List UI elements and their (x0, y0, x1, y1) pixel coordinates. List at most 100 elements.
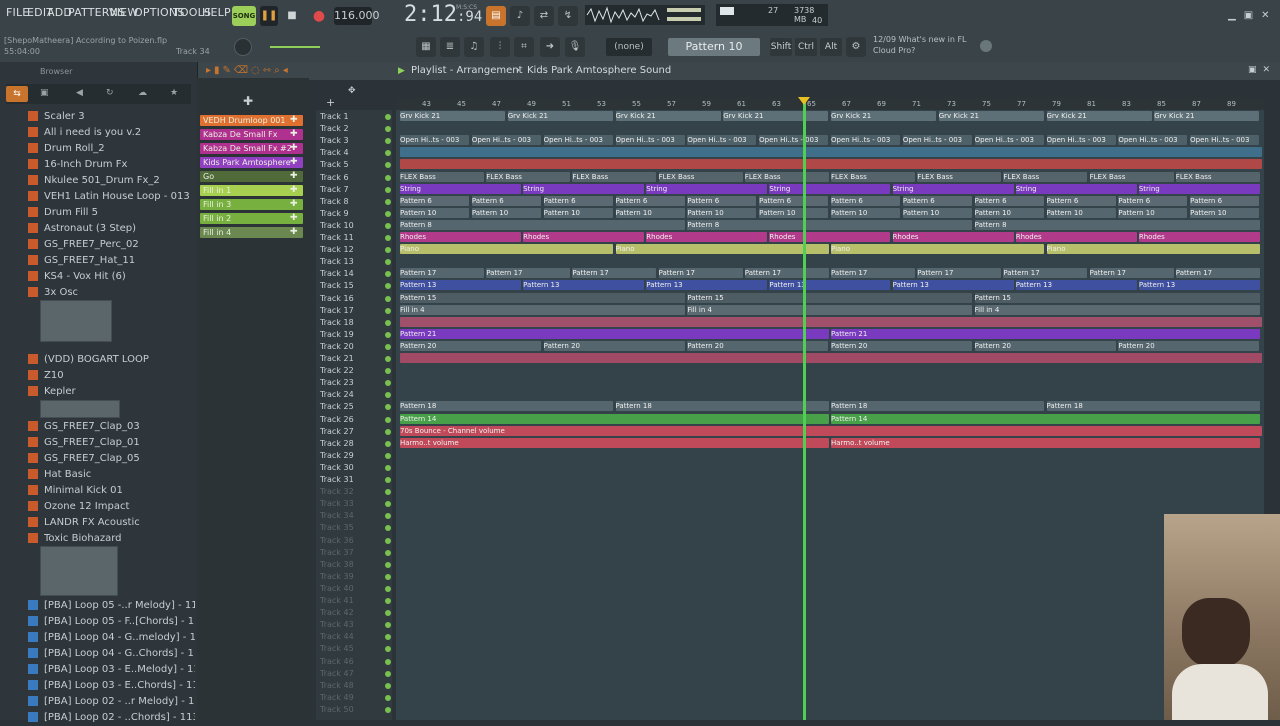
track-name[interactable]: Track 27 (320, 426, 380, 438)
playlist-clip[interactable]: String (769, 183, 891, 194)
track-mute-led[interactable] (385, 331, 391, 338)
track-name[interactable]: Track 15 (320, 280, 380, 292)
metronome-icon[interactable]: ♪ (510, 6, 530, 26)
playlist-clip[interactable]: Pattern 10 (1046, 207, 1116, 218)
track-mute-led[interactable] (385, 319, 391, 326)
playlist-clip[interactable]: String (1138, 183, 1260, 194)
playlist-clip[interactable]: Pattern 21 (831, 328, 1260, 339)
browser-item[interactable]: Z10 (0, 368, 195, 384)
playlist-clip[interactable]: Rhodes (892, 232, 1014, 242)
playlist-clip[interactable]: Pattern 20 (543, 340, 685, 351)
playlist-clip[interactable]: Pattern 18 (400, 401, 613, 412)
playlist-clip[interactable]: Pattern 15 (687, 292, 973, 303)
playlist-clip[interactable]: Rhodes (523, 232, 645, 242)
track-name[interactable]: Track 30 (320, 462, 380, 474)
playlist-icon[interactable]: ▦ (416, 37, 436, 57)
playlist-clip[interactable]: Open Hi..ts - 003 (1046, 135, 1116, 146)
channel-pattern-button[interactable]: Fill in 2 (200, 213, 303, 224)
track-name[interactable]: Track 3 (320, 135, 380, 147)
track-name[interactable]: Track 42 (320, 607, 380, 619)
browser-item[interactable]: 16-Inch Drum Fx (0, 157, 195, 173)
playlist-clip[interactable]: Pattern 17 (486, 268, 571, 279)
playlist-clip[interactable] (400, 316, 1262, 327)
scroll-icon[interactable]: ✥ (348, 86, 356, 96)
track-name[interactable]: Track 32 (320, 486, 380, 498)
track-mute-led[interactable] (385, 356, 391, 362)
pattern-selector-none[interactable]: (none) (606, 38, 652, 56)
browser-star-icon[interactable]: ★ (170, 88, 178, 98)
plugin-icon[interactable]: ⌗ (514, 37, 534, 57)
playlist-clip[interactable]: String (523, 183, 645, 194)
window-controls[interactable]: ▁▣✕ (1228, 10, 1278, 21)
playlist-clip[interactable]: String (892, 183, 1014, 194)
track-name[interactable]: Track 2 (320, 123, 380, 135)
playlist-clip[interactable]: Pattern 20 (974, 340, 1116, 351)
channel-plus-icon[interactable]: ✚ (290, 185, 298, 195)
browser-item[interactable]: Minimal Kick 01 (0, 483, 195, 499)
playlist-clip[interactable]: Pattern 8 (687, 219, 973, 230)
track-name[interactable]: Track 36 (320, 535, 380, 547)
playlist-clip[interactable]: Pattern 14 (831, 413, 1260, 424)
track-name[interactable]: Track 26 (320, 414, 380, 426)
playlist-clip[interactable] (400, 159, 1262, 170)
playlist-clip[interactable]: Open Hi..ts - 003 (687, 135, 757, 146)
channel-rack-icon[interactable]: ≣ (440, 37, 460, 57)
master-volume-slider[interactable] (270, 46, 320, 48)
track-name[interactable]: Track 9 (320, 208, 380, 220)
track-name[interactable]: Track 11 (320, 232, 380, 244)
track-name[interactable]: Track 35 (320, 522, 380, 534)
channel-pattern-button[interactable]: Kabza De Small Fx #2 (200, 143, 303, 154)
playhead-marker-icon[interactable] (798, 97, 810, 105)
playlist-clip[interactable]: Piano (400, 244, 613, 255)
track-mute-led[interactable] (385, 585, 391, 592)
track-name[interactable]: Track 25 (320, 401, 380, 413)
playlist-clip[interactable]: Pattern 10 (543, 207, 613, 218)
track-name[interactable]: Track 4 (320, 147, 380, 159)
track-name[interactable]: Track 50 (320, 704, 380, 716)
playlist-clip[interactable]: FLEX Bass (1175, 171, 1260, 182)
playlist-clip[interactable]: Pattern 10 (974, 207, 1044, 218)
track-name[interactable]: Track 45 (320, 643, 380, 655)
track-mute-led[interactable] (385, 174, 391, 181)
track-mute-led[interactable] (385, 198, 391, 205)
playlist-clip[interactable]: Grv Kick 21 (1154, 111, 1260, 121)
playlist-clip[interactable]: Open Hi..ts - 003 (831, 135, 900, 146)
playlist-clip[interactable]: Open Hi..ts - 003 (1118, 135, 1188, 146)
browser-cloud-icon[interactable]: ☁ (138, 88, 147, 98)
track-mute-led[interactable] (385, 561, 391, 568)
playlist-clip[interactable]: Grv Kick 21 (400, 111, 505, 121)
playlist-clip[interactable]: Pattern 20 (1118, 340, 1260, 351)
playlist-clip[interactable]: Rhodes (769, 232, 891, 242)
playlist-clip[interactable]: Pattern 6 (1046, 195, 1116, 206)
browser-item[interactable]: Ozone 12 Impact (0, 499, 195, 515)
playlist-clip[interactable]: Pattern 10 (1190, 207, 1260, 218)
browser-item[interactable]: Drum Fill 5 (0, 205, 195, 221)
browser-item[interactable]: LANDR FX Acoustic (0, 515, 195, 531)
playlist-clip[interactable]: Pattern 21 (400, 328, 829, 339)
browser-item[interactable]: [PBA] Loop 02 - ..Chords] - 113bpms (0, 710, 195, 726)
playhead[interactable] (803, 98, 806, 720)
browser-item[interactable]: Drum Roll_2 (0, 141, 195, 157)
playlist-clip[interactable]: Pattern 10 (759, 207, 829, 218)
track-name[interactable]: Track 28 (320, 438, 380, 450)
playlist-clip[interactable]: Pattern 6 (1118, 195, 1188, 206)
browser-item[interactable]: [PBA] Loop 03 - E..Chords] - 113bpms (0, 678, 195, 694)
playlist-clip[interactable] (400, 353, 1262, 363)
stop-button[interactable]: ■ (283, 6, 301, 26)
playlist-clip[interactable]: Fill in 4 (974, 304, 1260, 315)
channel-pattern-button[interactable]: Fill in 3 (200, 199, 303, 210)
track-mute-led[interactable] (385, 235, 391, 241)
playlist-clip[interactable]: Pattern 10 (471, 207, 541, 218)
playlist-clip[interactable]: Piano (831, 244, 1044, 255)
browser-item[interactable]: Hat Basic (0, 467, 195, 483)
playlist-clip[interactable]: Grv Kick 21 (831, 111, 936, 121)
playlist-clip[interactable]: Pattern 20 (831, 340, 972, 351)
playlist-clip[interactable]: String (646, 183, 768, 194)
playlist-clip[interactable]: Grv Kick 21 (615, 111, 721, 121)
track-mute-led[interactable] (385, 549, 391, 556)
browser-item[interactable]: [PBA] Loop 04 - G..Chords] - 113bpms (0, 646, 195, 662)
track-name[interactable]: Track 43 (320, 619, 380, 631)
playlist-clip[interactable]: Harmo..t volume (831, 437, 1260, 448)
playlist-clip[interactable]: Open Hi..ts - 003 (902, 135, 972, 146)
browser-item[interactable]: Kepler (0, 384, 195, 400)
